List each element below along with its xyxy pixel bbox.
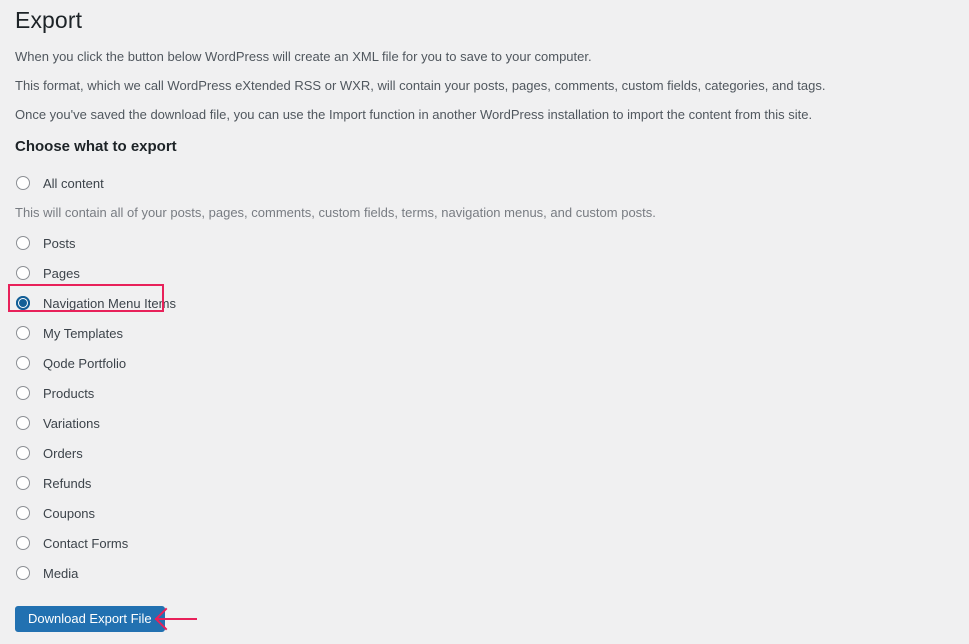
- export-option-media[interactable]: Media: [15, 558, 715, 588]
- export-option-orders[interactable]: Orders: [15, 438, 715, 468]
- export-option-label: All content: [43, 175, 104, 191]
- export-option-coupons[interactable]: Coupons: [15, 498, 715, 528]
- radio-icon[interactable]: [16, 236, 30, 250]
- export-option-all-content[interactable]: All content: [15, 168, 715, 198]
- export-option-label: Posts: [43, 235, 76, 251]
- export-option-pages[interactable]: Pages: [15, 258, 715, 288]
- radio-icon[interactable]: [16, 326, 30, 340]
- radio-icon[interactable]: [16, 266, 30, 280]
- export-page: Export When you click the button below W…: [0, 0, 969, 644]
- export-option-navigation-menu-items[interactable]: Navigation Menu Items: [15, 288, 715, 318]
- export-option-refunds[interactable]: Refunds: [15, 468, 715, 498]
- radio-icon[interactable]: [16, 566, 30, 580]
- export-option-label: Qode Portfolio: [43, 355, 127, 371]
- export-option-qode-portfolio[interactable]: Qode Portfolio: [15, 348, 715, 378]
- radio-icon[interactable]: [16, 476, 30, 490]
- choose-what-to-export-heading: Choose what to export: [15, 138, 177, 155]
- export-option-contact-forms[interactable]: Contact Forms: [15, 528, 715, 558]
- export-option-label: Navigation Menu Items: [43, 295, 176, 311]
- export-option-variations[interactable]: Variations: [15, 408, 715, 438]
- export-option-label: Contact Forms: [43, 535, 129, 551]
- intro-paragraph-2: This format, which we call WordPress eXt…: [15, 78, 826, 93]
- intro-paragraph-3: Once you've saved the download file, you…: [15, 107, 813, 122]
- export-option-label: Media: [43, 565, 79, 581]
- export-option-label: Variations: [43, 415, 100, 431]
- radio-icon[interactable]: [16, 416, 30, 430]
- export-options-list: All content This will contain all of your…: [15, 168, 715, 588]
- radio-icon-checked[interactable]: [16, 296, 30, 310]
- export-option-description: This will contain all of your posts, pag…: [15, 205, 656, 220]
- export-option-label: Orders: [43, 445, 83, 461]
- download-export-file-button[interactable]: Download Export File: [15, 606, 165, 632]
- radio-icon[interactable]: [16, 446, 30, 460]
- export-option-products[interactable]: Products: [15, 378, 715, 408]
- page-title: Export: [15, 7, 83, 33]
- radio-icon[interactable]: [16, 176, 30, 190]
- export-option-my-templates[interactable]: My Templates: [15, 318, 715, 348]
- intro-paragraph-1: When you click the button below WordPres…: [15, 49, 592, 64]
- export-option-label: Products: [43, 385, 95, 401]
- export-option-label: My Templates: [43, 325, 123, 341]
- radio-icon[interactable]: [16, 536, 30, 550]
- export-option-label: Pages: [43, 265, 80, 281]
- export-option-label: Refunds: [43, 475, 92, 491]
- export-option-posts[interactable]: Posts: [15, 228, 715, 258]
- export-option-label: Coupons: [43, 505, 96, 521]
- radio-icon[interactable]: [16, 506, 30, 520]
- radio-icon[interactable]: [16, 386, 30, 400]
- radio-icon[interactable]: [16, 356, 30, 370]
